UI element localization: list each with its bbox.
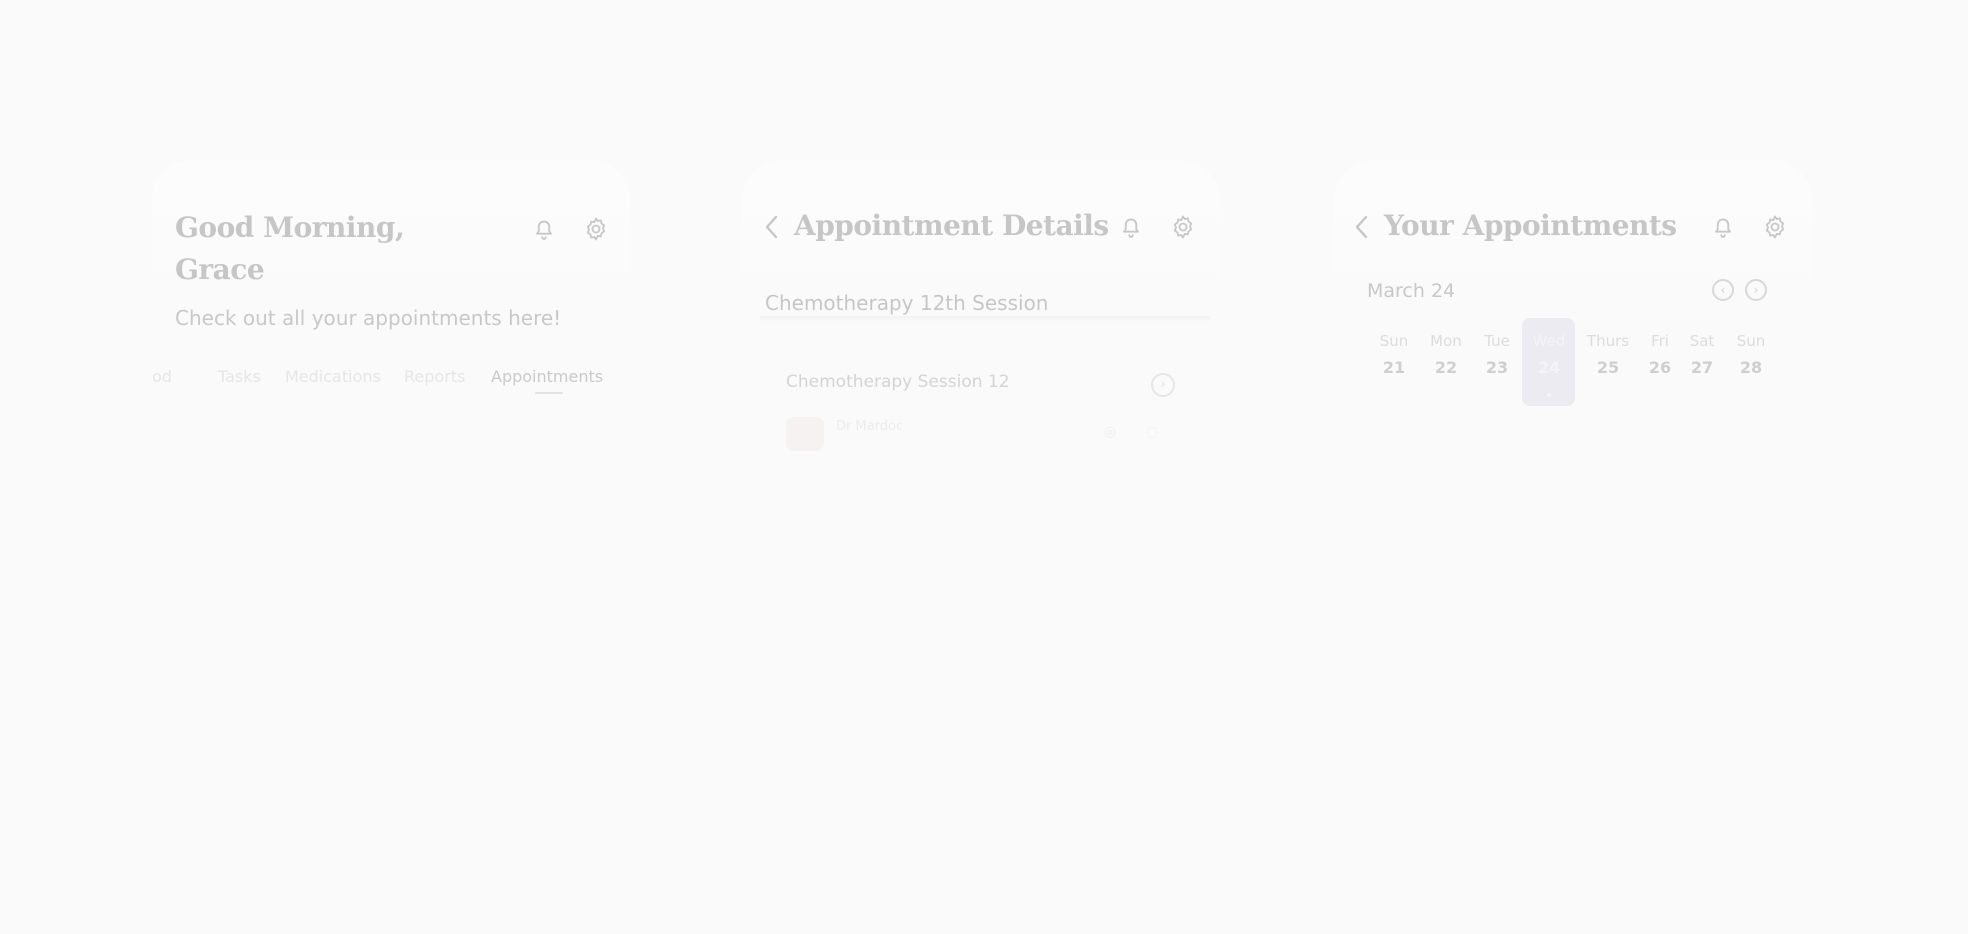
session-title: Chemotherapy 12th Session [765,291,1049,315]
day-name: Thurs [1586,332,1630,350]
day-date: 21 [1382,358,1406,377]
tab-appointments[interactable]: Appointments [491,367,603,386]
tab-reports[interactable]: Reports [404,367,465,386]
home-subtitle: Check out all your appointments here! [175,306,562,330]
day-date: 23 [1485,358,1509,377]
day-date: 22 [1434,358,1458,377]
day-name: Tue [1484,332,1510,350]
tab-dashboard[interactable]: od [152,367,172,386]
gear-icon[interactable] [1761,213,1789,241]
next-week-button[interactable]: › [1745,279,1767,301]
day-date: 27 [1690,358,1714,377]
back-icon[interactable] [1350,213,1374,241]
chat-icon[interactable]: ◌ [1146,424,1158,440]
chevron-right-icon: › [1160,377,1166,392]
greeting-line-2: Grace [175,253,265,286]
doctor-name: Dr Mardoc [836,419,904,434]
previous-week-button[interactable]: ‹ [1712,279,1734,301]
day-sun-28[interactable]: Sun 28 [1725,329,1777,383]
tab-medications[interactable]: Medications [285,367,381,386]
day-name: Sat [1689,332,1715,350]
open-appointment-button[interactable]: › [1151,373,1175,397]
page-title: Your Appointments [1384,209,1677,242]
gear-icon[interactable] [1169,213,1197,241]
appointment-card-title: Chemotherapy Session 12 [786,372,1010,392]
greeting-title: Good Morning, Grace [175,207,405,291]
day-date: 28 [1739,358,1763,377]
section-divider [760,316,1210,322]
greeting-line-1: Good Morning, [175,211,405,244]
day-name: Wed [1532,332,1566,350]
gear-icon[interactable] [582,215,610,243]
day-sat-27[interactable]: Sat 27 [1676,329,1728,383]
page-title: Appointment Details [794,209,1109,242]
calendar-month: March 24 [1367,280,1456,302]
day-name: Sun [1736,332,1766,350]
day-thurs-25[interactable]: Thurs 25 [1582,329,1634,383]
tab-tasks[interactable]: Tasks [218,367,261,386]
bell-icon[interactable] [1117,213,1145,241]
day-sun-21[interactable]: Sun 21 [1368,329,1420,383]
day-name: Sun [1379,332,1409,350]
chevron-right-icon: › [1753,283,1759,297]
bell-icon[interactable] [1709,213,1737,241]
day-date: 24 [1537,358,1561,377]
video-icon[interactable]: ◎ [1104,424,1116,440]
appointment-dot [1547,393,1551,397]
day-name: Mon [1430,332,1462,350]
bell-icon[interactable] [530,215,558,243]
day-date: 25 [1596,358,1620,377]
chevron-left-icon: ‹ [1720,283,1726,297]
day-wed-24[interactable]: Wed 24 [1523,329,1575,383]
day-mon-22[interactable]: Mon 22 [1420,329,1472,383]
avatar [786,417,824,451]
day-tue-23[interactable]: Tue 23 [1471,329,1523,383]
active-tab-indicator [535,392,563,394]
back-icon[interactable] [760,213,784,241]
